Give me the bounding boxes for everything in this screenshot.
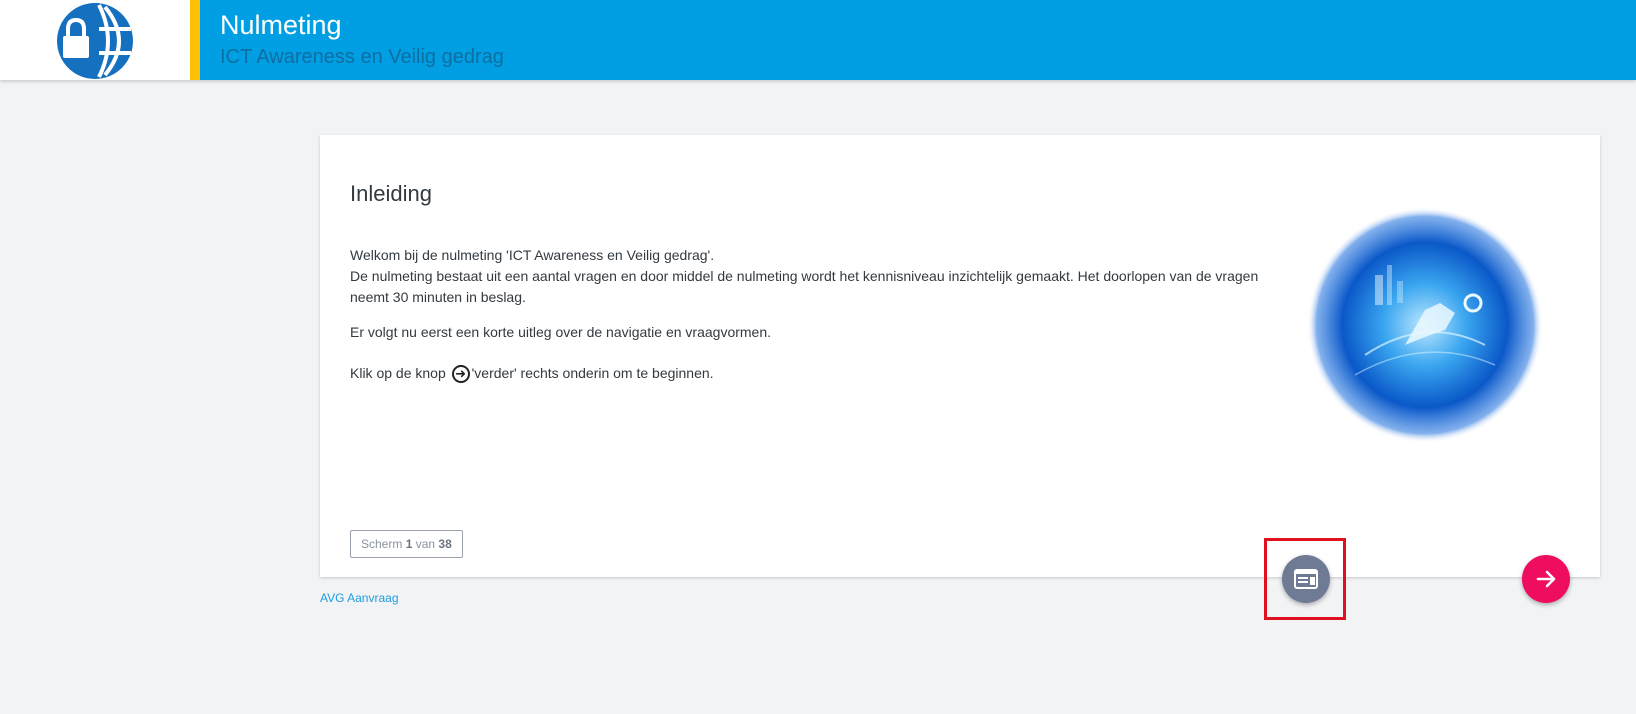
next-button[interactable] xyxy=(1522,555,1570,603)
screen-counter-prefix: Scherm xyxy=(361,537,403,551)
app-title: Nulmeting xyxy=(220,10,342,40)
screen-total: 38 xyxy=(438,537,452,551)
screen-current: 1 xyxy=(405,537,413,551)
logo-container xyxy=(0,0,190,80)
instruction-line: Klik op de knop ➜'verder' rechts onderin… xyxy=(350,363,1270,384)
avg-request-link[interactable]: AVG Aanvraag xyxy=(320,591,399,605)
screen-counter-middle: van xyxy=(415,537,436,551)
arrow-right-icon xyxy=(1536,570,1556,588)
app-subtitle: ICT Awareness en Veilig gedrag xyxy=(220,46,504,68)
highlight-box xyxy=(1264,538,1346,620)
arrow-right-circle-icon: ➜ xyxy=(451,365,470,384)
digital-hand-globe-image xyxy=(1307,207,1543,443)
screen-counter: Scherm 1 van 38 xyxy=(350,530,463,558)
page-title: Inleiding xyxy=(350,181,432,206)
description-line: De nulmeting bestaat uit een aantal vrag… xyxy=(350,268,1259,305)
instruction-suffix: 'verder' rechts onderin om te beginnen. xyxy=(471,365,714,381)
intro-text: Welkom bij de nulmeting 'ICT Awareness e… xyxy=(350,245,1270,384)
content-card: Inleiding Welkom bij de nulmeting 'ICT A… xyxy=(320,135,1600,577)
globe-lock-icon xyxy=(57,3,133,79)
navigation-note: Er volgt nu eerst een korte uitleg over … xyxy=(350,324,772,340)
app-header: Nulmeting ICT Awareness en Veilig gedrag xyxy=(0,0,1636,80)
header-accent-bar xyxy=(190,0,200,80)
welcome-line: Welkom bij de nulmeting 'ICT Awareness e… xyxy=(350,247,715,263)
instruction-prefix: Klik op de knop xyxy=(350,365,446,381)
